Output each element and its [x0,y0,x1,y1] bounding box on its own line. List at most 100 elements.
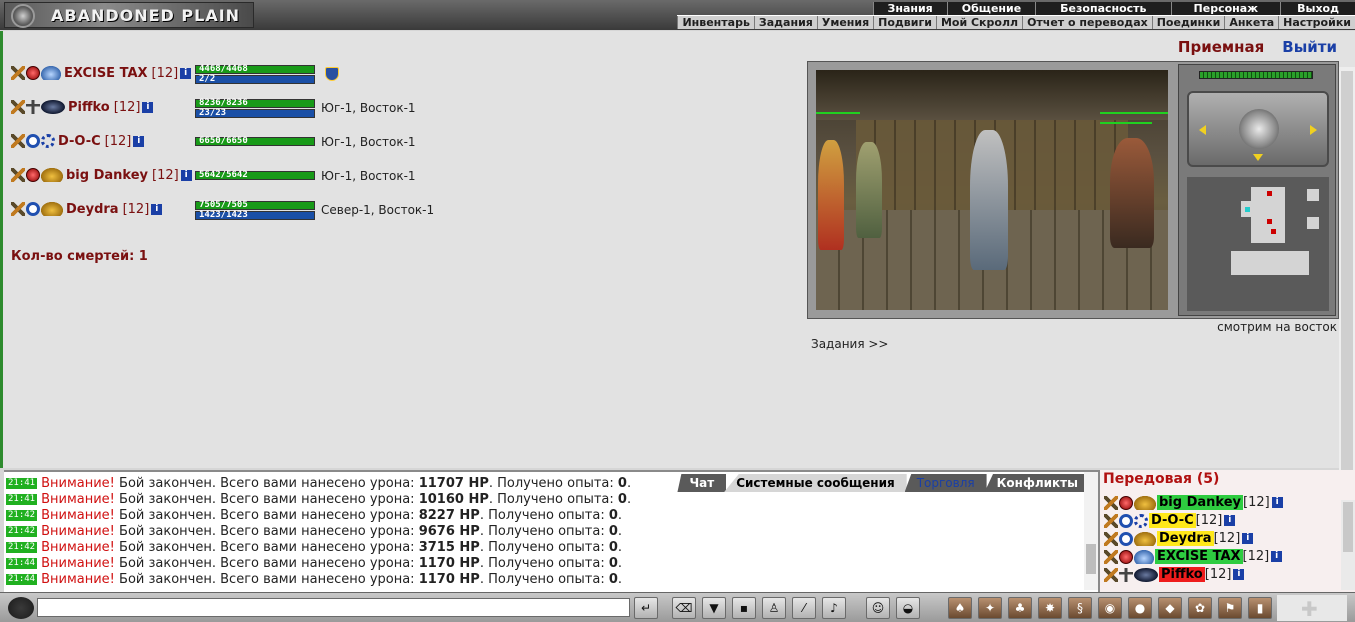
menu-item-security[interactable]: Безопасность [1035,2,1170,15]
scene-view[interactable] [816,70,1168,310]
party-member-name[interactable]: big Dankey [66,168,148,183]
skill-slot-7[interactable]: ● [1128,597,1152,619]
submenu-transfer-report[interactable]: Отчет о переводах [1022,16,1152,29]
submenu-duels[interactable]: Поединки [1151,16,1225,29]
red-orb-icon [26,168,40,182]
tasks-link[interactable]: Задания >> [811,337,888,351]
party-member-name[interactable]: Deydra [66,202,119,217]
npc-figure[interactable] [1110,138,1154,248]
turn-left-arrow-icon[interactable] [1199,125,1206,135]
message-time[interactable]: 21:42 [6,510,38,521]
send-button[interactable]: ↵ [634,597,658,619]
skill-slot-9[interactable]: ✿ [1188,597,1212,619]
npc-figure[interactable] [818,140,844,250]
walk-mode-button[interactable]: ♙ [762,597,786,619]
bottom-toolbar: ↵ ⌫ ▼ ▪ ♙ ⁄ ♪ ☺ ◒ ♠ ✦ ♣ ✸ § ◉ ● ◆ ✿ ⚑ ▮ … [0,592,1355,622]
filter-button[interactable]: ▼ [702,597,726,619]
mp-bar: 2/2 [195,74,315,84]
location-player-name[interactable]: big Dankey [1157,495,1243,510]
location-player-name[interactable]: D-O-C [1149,513,1196,528]
save-log-button[interactable]: ▪ [732,597,756,619]
speaker-icon[interactable] [8,597,34,619]
party-member-name[interactable]: D-O-C [58,134,101,149]
reception-link[interactable]: Приемная [1178,38,1264,56]
sound-button[interactable]: ♪ [822,597,846,619]
turn-right-arrow-icon[interactable] [1310,125,1317,135]
game-logo[interactable]: ABANDONED PLAIN [4,2,254,28]
submenu-skills[interactable]: Умения [816,16,873,29]
minimap[interactable] [1187,177,1329,311]
tab-conflicts[interactable]: Конфликты [984,474,1090,492]
move-back-arrow-icon[interactable] [1253,154,1263,161]
puzzle-icon[interactable]: ✚ [1277,595,1347,621]
clan-shield-icon[interactable] [325,67,339,81]
party-member-name[interactable]: Piffko [68,100,110,115]
player-character[interactable] [970,130,1008,270]
menu-item-communication[interactable]: Общение [946,2,1035,15]
message-warning: Внимание! [41,476,115,491]
sword-icon [11,168,25,182]
skill-slot-1[interactable]: ♠ [948,597,972,619]
message-time[interactable]: 21:42 [6,542,38,553]
eye-icon [41,100,65,114]
chat-scrollbar[interactable] [1084,472,1098,590]
info-icon[interactable]: i [142,101,154,113]
menu-item-knowledge[interactable]: Знания [872,2,947,15]
info-icon[interactable]: i [180,169,192,181]
info-icon[interactable]: i [1233,569,1245,580]
chat-input[interactable] [37,598,630,617]
party-member-row: Deydra [12] i 7505/7505 1423/1423 Север-… [11,200,451,223]
tab-trade[interactable]: Торговля [904,474,987,492]
npc-figure[interactable] [856,142,882,238]
message-time[interactable]: 21:44 [6,558,38,569]
smile-button[interactable]: ☺ [866,597,890,619]
message-time[interactable]: 21:41 [6,478,38,489]
skill-slot-6[interactable]: ◉ [1098,597,1122,619]
message-text: Бой закончен. Всего вами нанесено урона: [119,540,415,555]
info-icon[interactable]: i [180,67,192,79]
skill-slot-5[interactable]: § [1068,597,1092,619]
skill-slot-3[interactable]: ♣ [1008,597,1032,619]
skill-slot-2[interactable]: ✦ [978,597,1002,619]
info-icon[interactable]: i [151,203,163,215]
party-member-name[interactable]: EXCISE TAX [64,66,148,81]
skill-slot-4[interactable]: ✸ [1038,597,1062,619]
mp-value: 1423/1423 [199,210,248,220]
info-icon[interactable]: i [1271,551,1283,562]
location-player-name[interactable]: Deydra [1157,531,1214,546]
players-scrollbar[interactable] [1341,500,1355,590]
compass-center-icon[interactable] [1239,109,1279,149]
submenu-settings[interactable]: Настройки [1278,16,1355,29]
exit-link[interactable]: Выйти [1282,38,1337,56]
message-time[interactable]: 21:42 [6,526,38,537]
sub-menu: Инвентарь Задания Умения Подвиги Мой Скр… [677,15,1355,29]
main-scrollbar[interactable] [1339,67,1355,497]
submenu-my-scroll[interactable]: Мой Скролл [935,16,1022,29]
info-icon[interactable]: i [1271,497,1283,508]
tab-system-messages[interactable]: Системные сообщения [724,474,907,492]
mob-hp-line [1100,112,1168,114]
info-icon[interactable]: i [1224,515,1236,526]
menu-item-exit[interactable]: Выход [1280,2,1355,15]
location-player-name[interactable]: EXCISE TAX [1155,549,1243,564]
submenu-inventory[interactable]: Инвентарь [677,16,753,29]
hp-bar: 7505/7505 [195,200,315,210]
helmet-button[interactable]: ◒ [896,597,920,619]
menu-item-character[interactable]: Персонаж [1170,2,1281,15]
message-time[interactable]: 21:41 [6,494,38,505]
info-icon[interactable]: i [1242,533,1254,544]
submenu-achievements[interactable]: Подвиги [873,16,936,29]
tab-chat[interactable]: Чат [677,474,727,492]
info-icon[interactable]: i [133,135,145,147]
submenu-tasks[interactable]: Задания [753,16,817,29]
gold-wing-icon [41,168,63,182]
clear-chat-button[interactable]: ⌫ [672,597,696,619]
skill-slot-8[interactable]: ◆ [1158,597,1182,619]
location-player-name[interactable]: Piffko [1159,567,1205,582]
exit-door-button[interactable]: ▮ [1248,597,1272,619]
private-log-button[interactable]: ⁄ [792,597,816,619]
flag-button[interactable]: ⚑ [1218,597,1242,619]
submenu-profile[interactable]: Анкета [1224,16,1278,29]
minimap-enemy-marker [1267,219,1272,224]
message-time[interactable]: 21:44 [6,574,38,585]
